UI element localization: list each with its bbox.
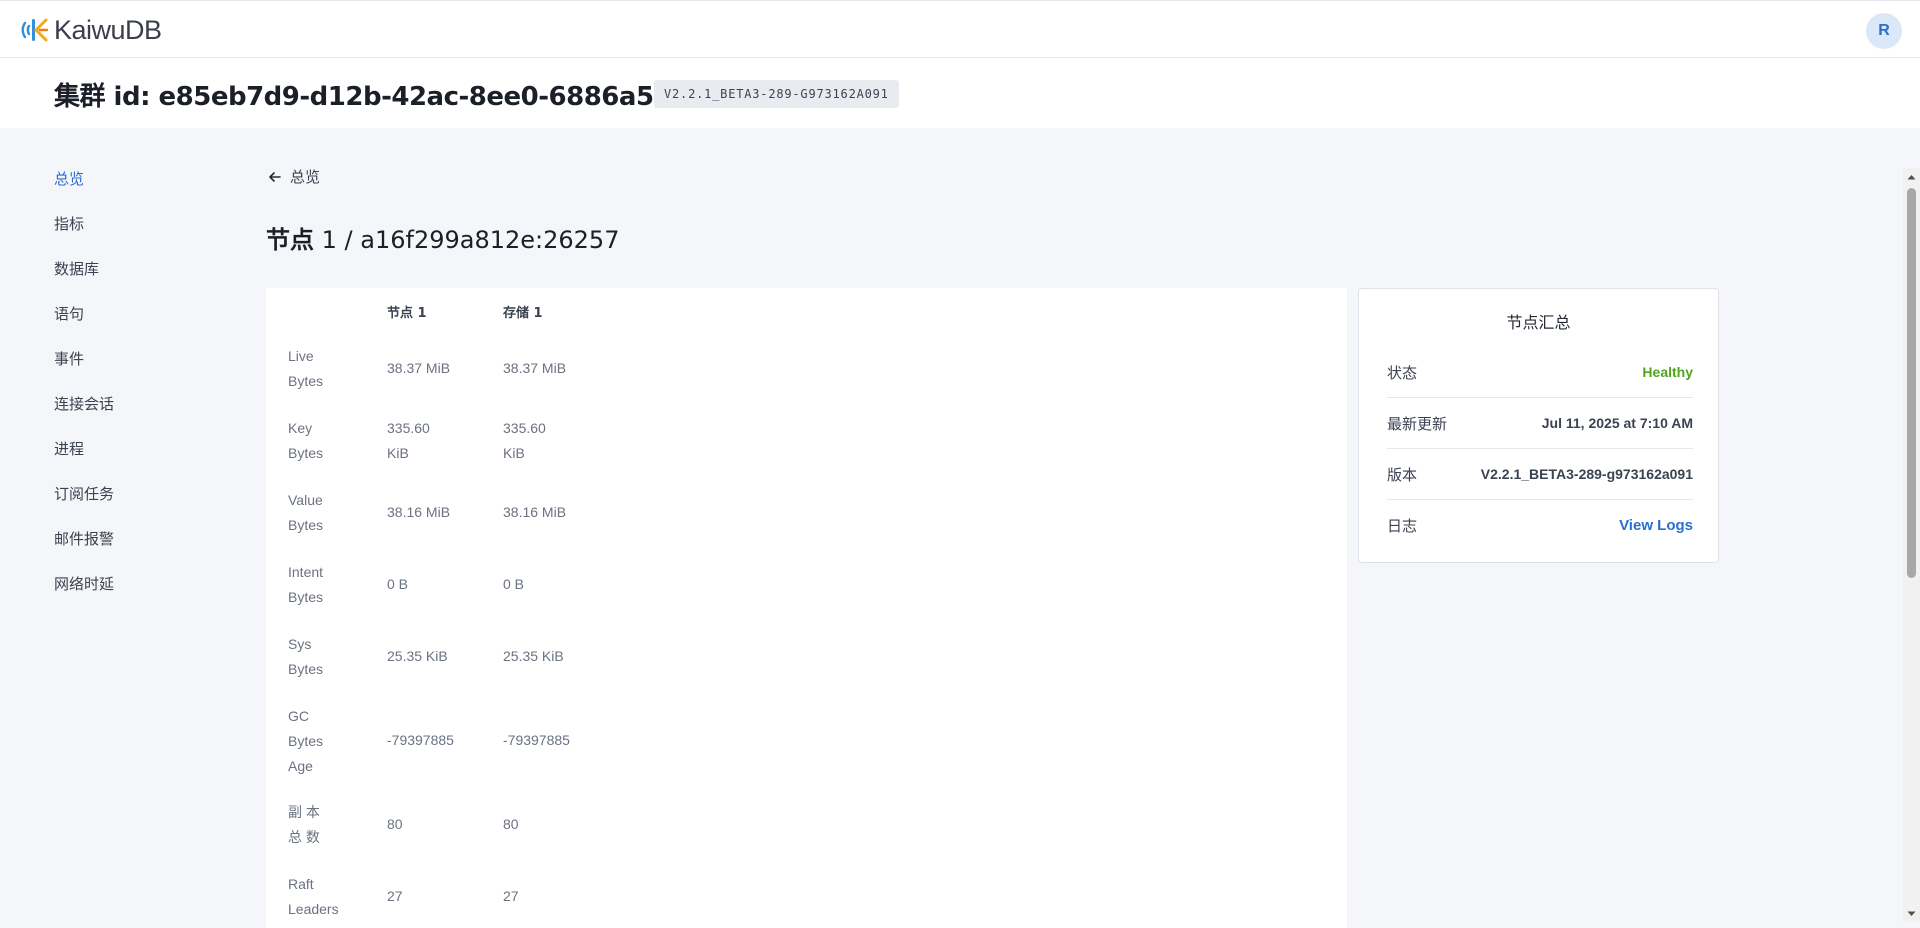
cell-store-live-bytes: 38.37 MiB <box>503 360 567 376</box>
cell-node-gc-bytes-age: -79397885 <box>387 732 454 748</box>
sidebar-item-statements[interactable]: 语句 <box>54 295 234 340</box>
updated-label: 最新更新 <box>1387 414 1448 433</box>
node-summary-card: 节点汇总 状态 Healthy 最新更新 Jul 11, 2025 at 7:1… <box>1358 288 1719 563</box>
cluster-header: 集群 id: e85eb7d9-d12b-42ac-8ee0-6886a5f74… <box>0 58 1920 128</box>
cell-store-key-bytes: 335.60 KiB <box>503 420 546 461</box>
row-label-replica-count: 副 本 总 数 <box>288 804 320 845</box>
row-label-gc-bytes-age: GC Bytes Age <box>288 708 324 774</box>
cell-node-key-bytes: 335.60 KiB <box>387 420 430 461</box>
sidebar-item-network-latency[interactable]: 网络时延 <box>54 565 234 610</box>
sidebar-item-events[interactable]: 事件 <box>54 340 234 385</box>
back-link[interactable]: 总览 <box>268 166 320 187</box>
arrow-left-icon <box>269 171 281 182</box>
sidebar-item-overview[interactable]: 总览 <box>54 160 234 205</box>
row-label-raft-leaders: Raft Leaders <box>288 876 339 917</box>
logo-text: KaiwuDB <box>54 14 162 45</box>
top-navbar: KaiwuDB R <box>0 0 1920 58</box>
page-title-prefix: 节点 <box>266 226 314 254</box>
logs-label: 日志 <box>1387 517 1418 535</box>
cell-node-live-bytes: 38.37 MiB <box>387 360 451 376</box>
cell-node-replica-count: 80 <box>387 816 403 832</box>
summary-row-logs: 日志 View Logs <box>1387 500 1693 551</box>
row-label-key-bytes: Key Bytes <box>288 420 324 461</box>
summary-row-version: 版本 V2.2.1_BETA3-289-g973162a091 <box>1387 449 1693 500</box>
summary-row-status: 状态 Healthy <box>1387 347 1693 398</box>
scroll-up-icon[interactable] <box>1903 168 1920 185</box>
view-logs-link[interactable]: View Logs <box>1619 517 1693 534</box>
column-header-node: 节点 1 <box>387 306 427 321</box>
summary-row-updated: 最新更新 Jul 11, 2025 at 7:10 AM <box>1387 398 1693 449</box>
scroll-down-icon[interactable] <box>1903 905 1920 922</box>
version-label: 版本 <box>1387 465 1418 484</box>
node-stats-table: 节点 1 存储 1 Live Bytes 38.37 MiB 38.37 MiB… <box>266 288 1347 928</box>
sidebar-item-databases[interactable]: 数据库 <box>54 250 234 295</box>
kaiwudb-logo[interactable]: KaiwuDB <box>20 14 162 46</box>
row-label-live-bytes: Live Bytes <box>288 348 324 389</box>
cluster-title: 集群 id: e85eb7d9-d12b-42ac-8ee0-6886a5f74… <box>54 82 752 112</box>
sidebar-item-metrics[interactable]: 指标 <box>54 205 234 250</box>
cell-store-gc-bytes-age: -79397885 <box>503 732 570 748</box>
cell-store-value-bytes: 38.16 MiB <box>503 504 567 520</box>
cell-node-sys-bytes: 25.35 KiB <box>387 648 448 664</box>
logo-icon <box>21 18 49 42</box>
sidebar-nav: 总览 指标 数据库 语句 事件 连接会话 进程 订阅任务 邮件报警 网络时延 <box>54 160 234 610</box>
row-label-sys-bytes: Sys Bytes <box>288 636 324 677</box>
row-label-intent-bytes: Intent Bytes <box>288 564 324 605</box>
cell-store-sys-bytes: 25.35 KiB <box>503 648 564 664</box>
row-label-value-bytes: Value Bytes <box>288 492 324 533</box>
scrollbar-thumb[interactable] <box>1907 188 1916 578</box>
summary-title: 节点汇总 <box>1506 313 1571 332</box>
page-title-node: 1 / a16f299a812e:26257 <box>321 226 620 254</box>
version-badge: V2.2.1_BETA3-289-G973162A091 <box>654 80 899 108</box>
updated-value: Jul 11, 2025 at 7:10 AM <box>1541 415 1693 431</box>
cell-store-intent-bytes: 0 B <box>503 576 525 592</box>
back-link-label: 总览 <box>290 168 321 186</box>
cell-store-replica-count: 80 <box>503 816 519 832</box>
page-title: 节点 1 / a16f299a812e:26257 <box>266 220 619 255</box>
cell-node-intent-bytes: 0 B <box>387 576 409 592</box>
cell-node-value-bytes: 38.16 MiB <box>387 504 451 520</box>
sidebar-item-jobs[interactable]: 进程 <box>54 430 234 475</box>
cell-store-raft-leaders: 27 <box>503 888 519 904</box>
cell-node-raft-leaders: 27 <box>387 888 403 904</box>
sidebar-item-sessions[interactable]: 连接会话 <box>54 385 234 430</box>
sidebar-item-subscriptions[interactable]: 订阅任务 <box>54 475 234 520</box>
vertical-scrollbar[interactable] <box>1903 168 1920 922</box>
column-header-store: 存储 1 <box>503 306 543 321</box>
status-label: 状态 <box>1387 363 1418 382</box>
sidebar-item-email-alerts[interactable]: 邮件报警 <box>54 520 234 565</box>
user-avatar[interactable]: R <box>1866 13 1902 49</box>
status-value: Healthy <box>1642 364 1693 380</box>
version-value: V2.2.1_BETA3-289-g973162a091 <box>1480 466 1693 482</box>
